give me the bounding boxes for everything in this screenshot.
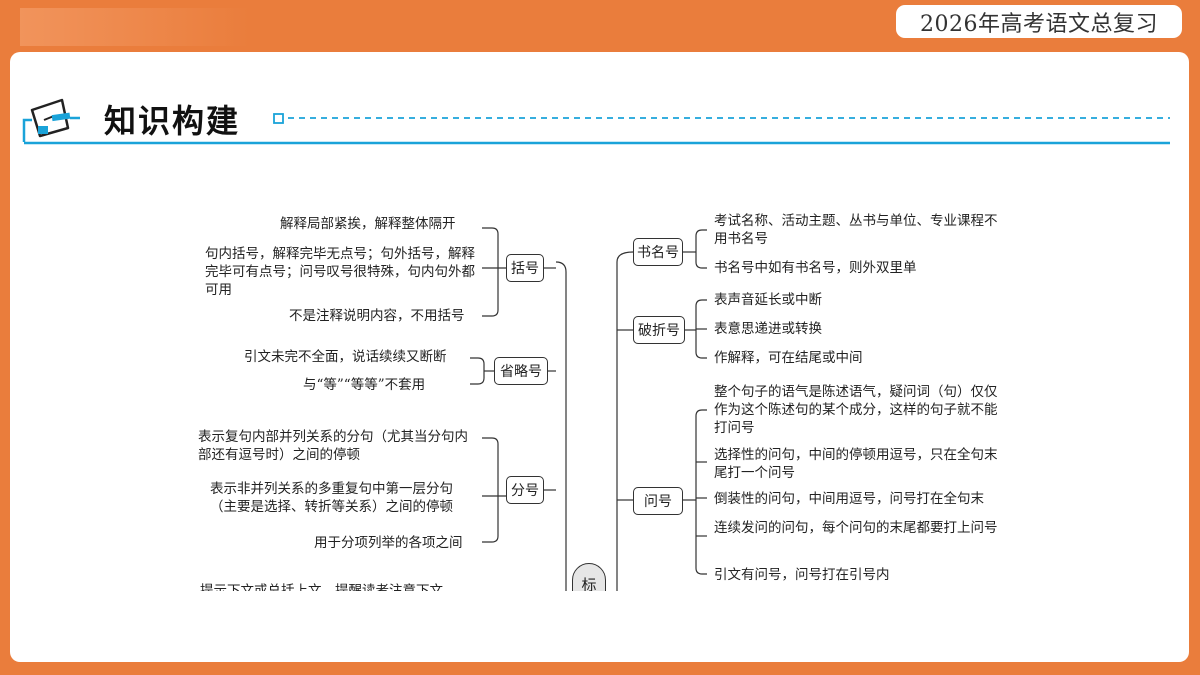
section-title: 知识构建 xyxy=(104,102,241,140)
wenhao-item-4: 连续发问的问句，每个问句的末尾都要打上问号 xyxy=(714,520,998,536)
node-shenglue: 省略号 xyxy=(494,357,548,385)
fenhao-item-2: 表示非并列关系的多重复句中第一层分句（主要是选择、转折等关系）之间的停顿 xyxy=(210,481,453,515)
node-shuming: 书名号 xyxy=(633,238,683,266)
fenhao-item-1: 表示复句内部并列关系的分句（尤其当分句内部还有逗号时）之间的停顿 xyxy=(198,429,468,463)
pozhe-item-2: 表意思递进或转换 xyxy=(714,321,822,337)
pozhe-item-1: 表声音延长或中断 xyxy=(714,292,822,308)
shuming-item-2: 书名号中如有书名号，则外双里单 xyxy=(714,260,917,276)
mindmap-area: 解释局部紧挨，解释整体隔开 句内括号，解释完毕无点号；句外括号，解释完毕可有点号… xyxy=(10,180,1189,591)
node-pozhe: 破折号 xyxy=(633,316,685,344)
center-node: 标 xyxy=(572,563,606,591)
wenhao-item-3: 倒装性的问句，中间用逗号，问号打在全句末 xyxy=(714,491,984,507)
mindmap-connectors xyxy=(470,227,707,591)
node-wenhao: 问号 xyxy=(633,487,683,515)
kuohao-item-1: 解释局部紧挨，解释整体隔开 xyxy=(280,216,456,232)
wenhao-item-5: 引文有问号，问号打在引号内 xyxy=(714,567,890,583)
wenhao-item-2: 选择性的问句，中间的停顿用逗号，只在全句末尾打一个问号 xyxy=(714,447,998,481)
kuohao-item-2: 句内括号，解释完毕无点号；句外括号，解释完毕可有点号；问号叹号很特殊，句内句外都… xyxy=(205,246,475,298)
shenglue-item-2: 与“等”“等等”不套用 xyxy=(303,377,426,393)
pozhe-item-3: 作解释，可在结尾或中间 xyxy=(714,350,863,366)
edit-note-icon xyxy=(30,98,71,138)
node-fenhao: 分号 xyxy=(506,476,544,504)
shuming-item-1: 考试名称、活动主题、丛书与单位、专业课程不用书名号 xyxy=(714,213,998,247)
shenglue-item-1: 引文未完不全面，说话续续又断断 xyxy=(244,349,447,365)
wenhao-item-1: 整个句子的语气是陈述语气，疑问词（句）仅仅作为这个陈述句的某个成分，这样的句子就… xyxy=(714,384,998,436)
fenhao-item-3: 用于分项列举的各项之间 xyxy=(314,535,463,551)
kuohao-item-3: 不是注释说明内容，不用括号 xyxy=(289,308,465,324)
node-kuohao: 括号 xyxy=(506,254,544,282)
cut-off-line: 提示下文或总括上文，提醒读者注意下文 xyxy=(200,583,443,591)
